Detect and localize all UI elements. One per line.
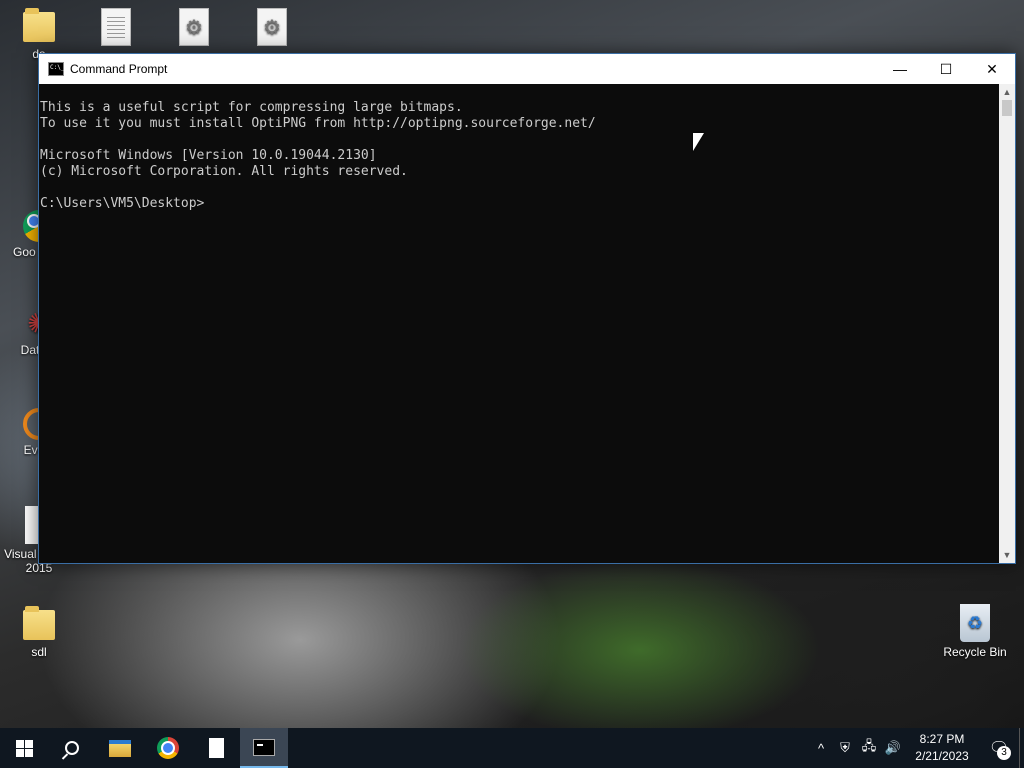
- scroll-down-arrow-icon[interactable]: ▼: [999, 547, 1015, 563]
- desktop-icon-label: Recycle Bin: [943, 645, 1007, 659]
- volume-icon[interactable]: 🔊: [881, 740, 905, 756]
- title-bar[interactable]: Command Prompt — ☐ ✕: [39, 54, 1015, 84]
- chrome-icon: [157, 737, 179, 759]
- show-desktop-button[interactable]: [1019, 728, 1024, 768]
- system-tray: ^ ⛨ 🖧 🔊 8:27 PM 2/21/2023 🗨 3: [809, 728, 1024, 768]
- taskbar-file-explorer[interactable]: [96, 728, 144, 768]
- taskbar: ^ ⛨ 🖧 🔊 8:27 PM 2/21/2023 🗨 3: [0, 728, 1024, 768]
- action-center-button[interactable]: 🗨 3: [979, 728, 1019, 768]
- file-explorer-icon: [109, 739, 131, 757]
- vertical-scrollbar[interactable]: ▲ ▼: [999, 84, 1015, 563]
- search-icon: [65, 741, 79, 755]
- notification-count-badge: 3: [997, 746, 1011, 760]
- clock[interactable]: 8:27 PM 2/21/2023: [905, 731, 979, 765]
- desktop-icon-settings-file-1[interactable]: ⚙: [155, 8, 233, 49]
- console-line: To use it you must install OptiPNG from …: [40, 116, 596, 131]
- document-icon: [101, 8, 131, 46]
- desktop-icon-settings-file-2[interactable]: ⚙: [233, 8, 311, 49]
- command-prompt-window[interactable]: Command Prompt — ☐ ✕ This is a useful sc…: [38, 53, 1016, 564]
- settings-file-icon: ⚙: [179, 8, 209, 46]
- command-prompt-line[interactable]: C:\Users\VM5\Desktop>: [40, 196, 1000, 212]
- maximize-button[interactable]: ☐: [923, 54, 969, 84]
- console-line: (c) Microsoft Corporation. All rights re…: [40, 164, 408, 179]
- desktop-icon-folder-sdl[interactable]: sdl: [0, 606, 78, 659]
- taskbar-command-prompt[interactable]: [240, 728, 288, 768]
- chevron-up-icon[interactable]: ^: [809, 741, 833, 756]
- taskbar-chrome[interactable]: [144, 728, 192, 768]
- folder-icon: [23, 606, 55, 642]
- close-button[interactable]: ✕: [969, 54, 1015, 84]
- network-icon[interactable]: 🖧: [857, 737, 881, 759]
- cmd-icon: [48, 62, 64, 76]
- windows-logo-icon: [15, 739, 33, 757]
- desktop-icon-label: sdl: [31, 645, 47, 659]
- clock-date: 2/21/2023: [915, 749, 969, 763]
- scrollbar-thumb[interactable]: [1002, 100, 1012, 116]
- notepad-icon: [208, 738, 224, 758]
- recycle-bin-icon: ♻: [960, 604, 990, 642]
- start-button[interactable]: [0, 728, 48, 768]
- security-icon[interactable]: ⛨: [833, 740, 857, 756]
- mouse-pointer-icon: [693, 133, 704, 151]
- settings-file-icon: ⚙: [257, 8, 287, 46]
- scroll-up-arrow-icon[interactable]: ▲: [999, 84, 1015, 100]
- search-button[interactable]: [48, 728, 96, 768]
- cmd-icon: [253, 738, 275, 756]
- taskbar-notepad[interactable]: [192, 728, 240, 768]
- desktop-icon-document[interactable]: [77, 8, 155, 49]
- console-output[interactable]: This is a useful script for compressing …: [39, 84, 1000, 563]
- folder-icon: [23, 8, 55, 44]
- console-line: Microsoft Windows [Version 10.0.19044.21…: [40, 148, 377, 163]
- clock-time: 8:27 PM: [919, 732, 965, 746]
- console-line: This is a useful script for compressing …: [40, 100, 463, 115]
- minimize-button[interactable]: —: [877, 54, 923, 84]
- desktop-icon-recycle-bin[interactable]: ♻ Recycle Bin: [936, 604, 1014, 659]
- window-title: Command Prompt: [70, 62, 168, 76]
